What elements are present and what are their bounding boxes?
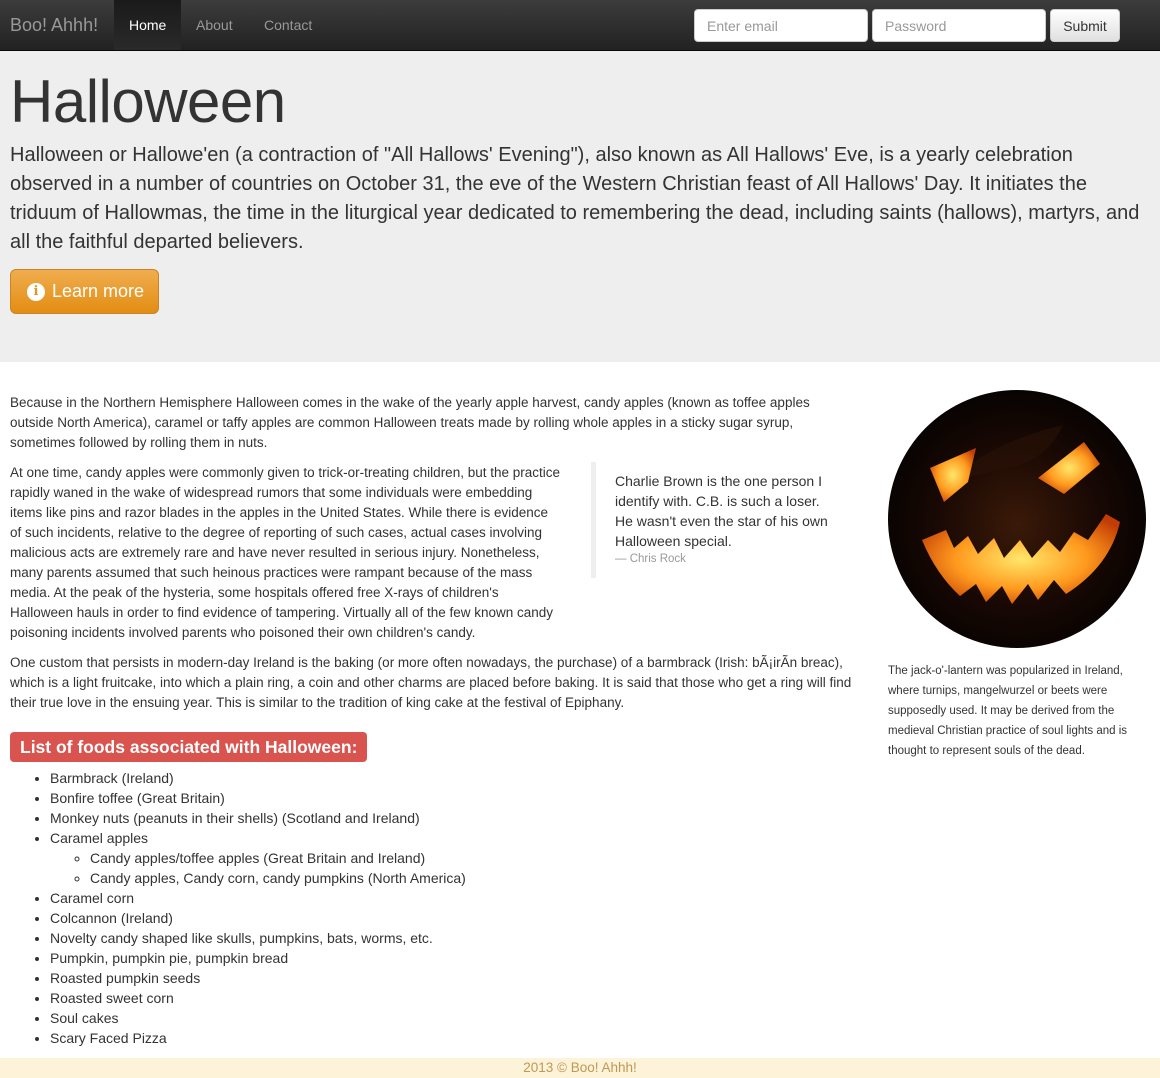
quote-float-spacer bbox=[560, 463, 822, 626]
list-item: Caramel corn bbox=[50, 888, 810, 908]
sub-list-item: Candy apples, Candy corn, candy pumpkins… bbox=[90, 868, 810, 888]
list-item-caramel-apples: Caramel apples Candy apples/toffee apple… bbox=[50, 828, 810, 888]
brand-link[interactable]: Boo! Ahhh! bbox=[10, 0, 98, 50]
password-input[interactable] bbox=[872, 9, 1046, 42]
list-item: Pumpkin, pumpkin pie, pumpkin bread bbox=[50, 948, 810, 968]
nav-home-link[interactable]: Home bbox=[114, 0, 181, 50]
navbar: Boo! Ahhh! Home About Contact Submit bbox=[0, 0, 1160, 51]
jack-o-lantern-image bbox=[888, 390, 1146, 648]
info-circle-icon: i bbox=[27, 282, 45, 301]
page-title: Halloween bbox=[10, 68, 286, 135]
sub-list-item: Candy apples/toffee apples (Great Britai… bbox=[90, 848, 810, 868]
foods-label: List of foods associated with Halloween: bbox=[10, 732, 368, 762]
footer: 2013 © Boo! Ahhh! bbox=[0, 1058, 1160, 1078]
list-item: Barmbrack (Ireland) bbox=[50, 768, 810, 788]
learn-more-button[interactable]: i Learn more bbox=[10, 269, 159, 314]
caramel-apples-sublist: Candy apples/toffee apples (Great Britai… bbox=[50, 848, 810, 888]
paragraph-candy-apples: Because in the Northern Hemisphere Hallo… bbox=[10, 395, 810, 450]
list-item: Roasted pumpkin seeds bbox=[50, 968, 810, 988]
learn-more-label: Learn more bbox=[52, 281, 145, 301]
paragraph-candy-rumors: At one time, candy apples were commonly … bbox=[10, 463, 822, 643]
list-item: Colcannon (Ireland) bbox=[50, 908, 810, 928]
list-item: Soul cakes bbox=[50, 1008, 810, 1028]
foods-list: Barmbrack (Ireland) Bonfire toffee (Grea… bbox=[10, 768, 810, 1048]
list-item: Monkey nuts (peanuts in their shells) (S… bbox=[50, 808, 810, 828]
list-item: Roasted sweet corn bbox=[50, 988, 810, 1008]
list-item: Scary Faced Pizza bbox=[50, 1028, 810, 1048]
submit-button[interactable]: Submit bbox=[1050, 9, 1120, 42]
image-caption: The jack-o'-lantern was popularized in I… bbox=[888, 665, 1128, 757]
paragraph-candy-rumors-text: At one time, candy apples were commonly … bbox=[10, 465, 561, 640]
list-item-label: Caramel apples bbox=[50, 830, 149, 846]
nav-about-link[interactable]: About bbox=[181, 0, 248, 50]
email-input[interactable] bbox=[694, 9, 868, 42]
list-item: Novelty candy shaped like skulls, pumpki… bbox=[50, 928, 810, 948]
nav-contact-link[interactable]: Contact bbox=[249, 0, 327, 50]
jumbotron-lead-text: Halloween or Hallowe'en (a contraction o… bbox=[10, 144, 1140, 253]
list-item: Bonfire toffee (Great Britain) bbox=[50, 788, 810, 808]
paragraph-barmbrack: One custom that persists in modern-day I… bbox=[10, 655, 852, 710]
